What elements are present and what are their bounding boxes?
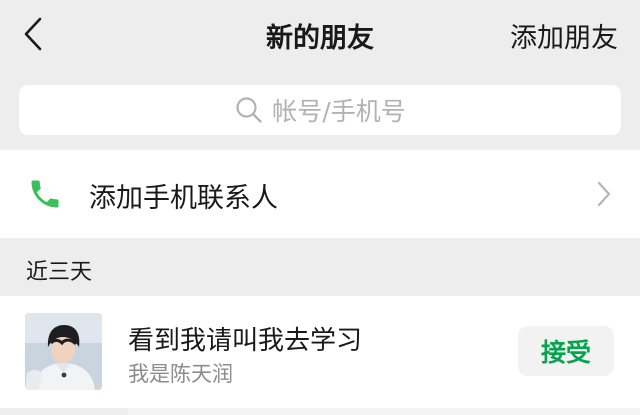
accept-button[interactable]: 接受 — [518, 326, 614, 376]
chevron-left-icon — [24, 17, 42, 51]
request-name: 看到我请叫我去学习 — [128, 326, 363, 356]
add-phone-contacts-item[interactable]: 添加手机联系人 — [0, 150, 640, 238]
friend-request-row[interactable]: 看到我请叫我去学习 我是陈天润 接受 — [0, 296, 640, 408]
section-header-recent: 近三天 — [26, 260, 93, 285]
row-divider — [128, 408, 640, 415]
nav-bar: 新的朋友 添加朋友 — [0, 0, 640, 70]
search-input[interactable]: 帐号/手机号 — [19, 85, 621, 135]
phone-icon — [31, 180, 59, 208]
add-friend-button[interactable]: 添加朋友 — [510, 16, 618, 55]
add-phone-contacts-label: 添加手机联系人 — [89, 183, 278, 214]
back-button[interactable] — [16, 14, 50, 54]
avatar — [25, 313, 102, 390]
search-placeholder: 帐号/手机号 — [272, 97, 406, 126]
search-icon — [234, 95, 264, 125]
request-message: 我是陈天润 — [128, 362, 233, 386]
chevron-right-icon — [597, 181, 611, 207]
